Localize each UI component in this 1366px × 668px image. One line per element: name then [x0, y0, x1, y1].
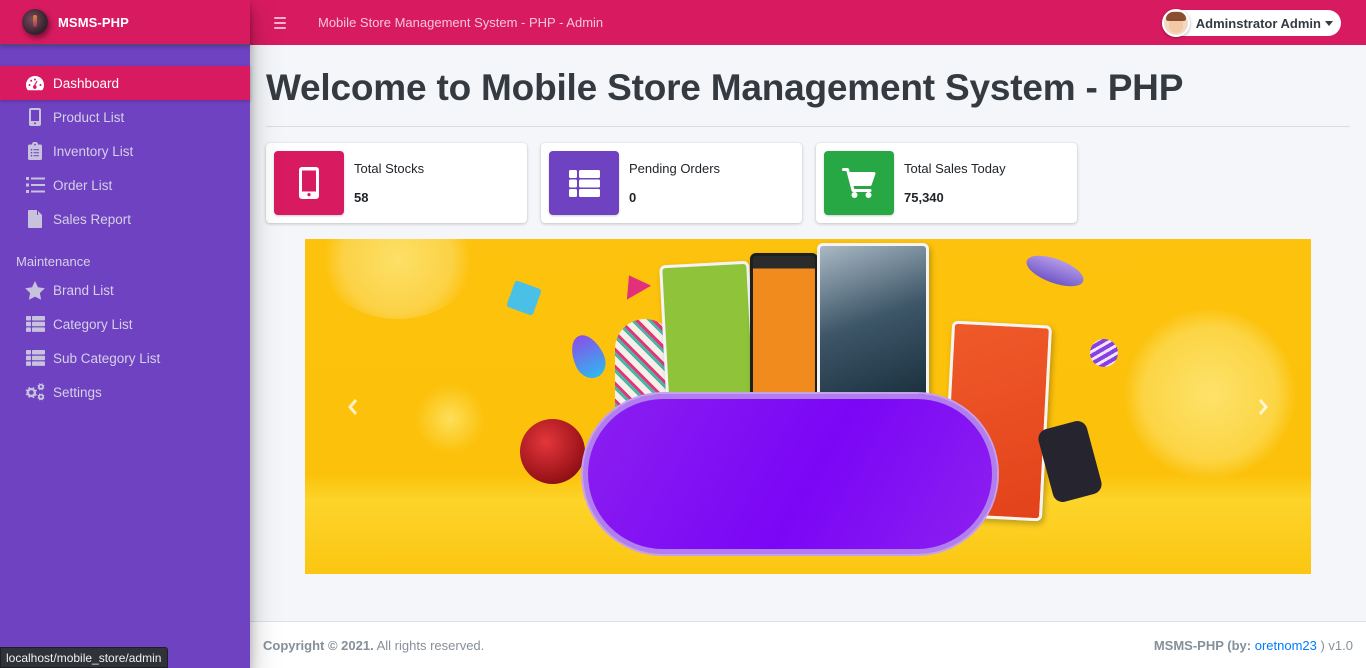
sidebar-item-label: Dashboard — [53, 75, 120, 91]
avatar-hair — [1165, 12, 1186, 21]
sidebar-nav: Dashboard Product List Inventory List Or… — [0, 66, 250, 409]
divider — [266, 126, 1350, 127]
status-bar-url: localhost/mobile_store/admin — [0, 647, 169, 668]
info-box-value: 58 — [354, 190, 369, 205]
banner-phone — [659, 260, 757, 416]
credit-suffix: ) v1.0 — [1316, 637, 1353, 653]
copyright-text: All rights reserved. — [373, 637, 485, 653]
credit-prefix: MSMS-PHP (by: — [1153, 637, 1255, 653]
mobile-icon — [24, 107, 46, 127]
brand-link[interactable]: MSMS-PHP — [0, 0, 250, 45]
banner-cherry — [520, 419, 585, 484]
banner-carousel — [305, 239, 1311, 574]
sidebar-item-product-list[interactable]: Product List — [0, 100, 250, 134]
info-box-label: Total Sales Today — [904, 161, 1006, 176]
tachometer-icon — [24, 73, 46, 93]
sidebar-item-sub-category-list[interactable]: Sub Category List — [0, 341, 250, 375]
sidebar-item-label: Order List — [53, 177, 113, 193]
info-box-total-stocks: Total Stocks 58 — [266, 143, 527, 223]
sidebar-item-dashboard[interactable]: Dashboard — [0, 66, 250, 100]
banner-smartwatch — [1036, 418, 1104, 505]
user-menu-button[interactable]: Adminstrator Admin — [1161, 9, 1341, 37]
star-icon — [24, 280, 46, 300]
footer: Copyright © 2021. All rights reserved. M… — [250, 621, 1366, 668]
hamburger-icon-bar — [274, 21, 286, 24]
banner-cube-decoration — [506, 280, 542, 316]
info-box-icon — [824, 151, 894, 215]
chevron-right-icon — [1258, 399, 1268, 415]
app-title: Mobile Store Management System - PHP - A… — [318, 15, 604, 30]
th-list-icon — [568, 169, 600, 197]
sidebar-item-label: Product List — [53, 109, 125, 125]
hamburger-icon-bar — [274, 16, 286, 19]
sidebar-item-label: Brand List — [53, 282, 114, 298]
info-box-value: 75,340 — [904, 190, 944, 205]
mobile-icon — [299, 167, 319, 199]
banner-purple-pill — [583, 394, 997, 554]
chevron-left-icon — [348, 399, 358, 415]
copyright-year: Copyright © 2021. — [263, 637, 374, 653]
info-box-label: Total Stocks — [354, 161, 425, 176]
sidebar-item-label: Inventory List — [53, 143, 134, 159]
sidebar-item-order-list[interactable]: Order List — [0, 168, 250, 202]
th-list-icon — [24, 314, 46, 334]
list-icon — [24, 175, 46, 195]
sidebar-item-inventory-list[interactable]: Inventory List — [0, 134, 250, 168]
sidebar-item-label: Sub Category List — [53, 350, 161, 366]
sidebar-item-label: Sales Report — [53, 211, 132, 227]
info-box-pending-orders: Pending Orders 0 — [541, 143, 802, 223]
caret-down-icon — [1325, 20, 1333, 26]
banner-triangle-decoration — [616, 268, 652, 300]
sidebar-item-label: Category List — [53, 316, 133, 332]
banner-phone — [750, 253, 818, 413]
info-box-value: 0 — [629, 190, 637, 205]
page-title: Welcome to Mobile Store Management Syste… — [266, 67, 1184, 108]
clipboard-list-icon — [24, 141, 46, 161]
brand-logo — [22, 9, 48, 35]
banner-ball-decoration — [1090, 339, 1118, 367]
footer-credit: MSMS-PHP (by: oretnom23 ) v1.0 — [1154, 638, 1353, 653]
cogs-icon — [24, 382, 46, 402]
footer-copyright: Copyright © 2021. All rights reserved. — [263, 638, 484, 653]
top-navbar: Mobile Store Management System - PHP - A… — [250, 0, 1366, 45]
sidebar: MSMS-PHP Dashboard Product List Inventor… — [0, 0, 250, 668]
sidebar-item-settings[interactable]: Settings — [0, 375, 250, 409]
brand-name: MSMS-PHP — [58, 14, 129, 30]
banner-bokeh — [415, 384, 485, 454]
avatar — [1161, 9, 1190, 37]
author-link[interactable]: oretnom23 — [1255, 638, 1317, 653]
info-box-icon — [549, 151, 619, 215]
carousel-prev-button[interactable] — [338, 389, 368, 425]
menu-toggle-button[interactable] — [274, 16, 294, 29]
carousel-next-button[interactable] — [1248, 389, 1278, 425]
sidebar-section-maintenance: Maintenance — [16, 254, 91, 269]
sidebar-item-brand-list[interactable]: Brand List — [0, 273, 250, 307]
info-box-total-sales-today: Total Sales Today 75,340 — [816, 143, 1077, 223]
banner-phone — [817, 243, 929, 415]
banner-ufo-decoration — [1022, 249, 1088, 293]
banner-bokeh — [320, 239, 475, 319]
sidebar-item-sales-report[interactable]: Sales Report — [0, 202, 250, 236]
th-list-icon — [24, 348, 46, 368]
user-name: Adminstrator Admin — [1195, 15, 1321, 31]
shopping-cart-icon — [842, 168, 876, 198]
info-box-label: Pending Orders — [629, 161, 721, 176]
hamburger-icon-bar — [274, 26, 286, 29]
main-content: Welcome to Mobile Store Management Syste… — [250, 45, 1366, 622]
banner-drop-decoration — [564, 329, 612, 384]
sidebar-item-category-list[interactable]: Category List — [0, 307, 250, 341]
file-icon — [24, 209, 46, 229]
info-box-icon — [274, 151, 344, 215]
sidebar-item-label: Settings — [53, 384, 102, 400]
